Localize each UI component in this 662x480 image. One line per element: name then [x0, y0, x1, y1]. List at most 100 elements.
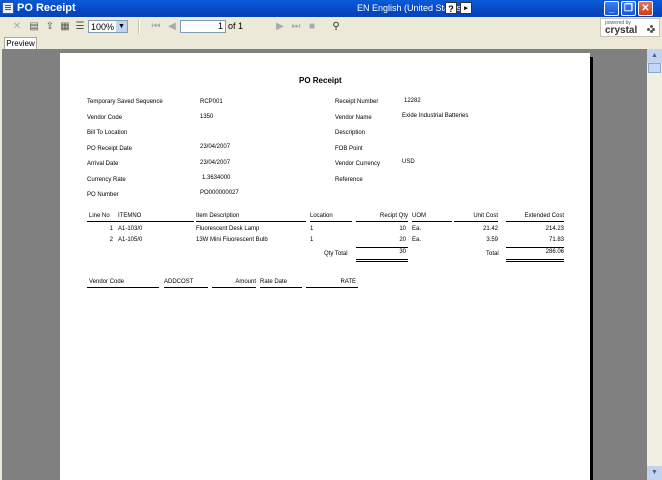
- qty-total-label: Qty Total: [324, 251, 348, 257]
- column-header: UOM: [412, 213, 426, 219]
- scroll-thumb[interactable]: [648, 63, 661, 73]
- close-view-icon[interactable]: ✕: [9, 19, 25, 35]
- subtotal-rule: [356, 247, 408, 248]
- search-icon[interactable]: ⚲: [328, 19, 344, 35]
- chevron-down-icon: ▼: [116, 21, 127, 32]
- cost-header-rule: [306, 287, 358, 288]
- column-header: Unit Cost: [473, 213, 498, 219]
- item-description: 13W Mini Fluorescent Bulb: [196, 237, 268, 243]
- field-label: Bill To Location: [87, 130, 128, 136]
- crystal-logo: powered by crystal: [600, 18, 660, 37]
- total-label: Total: [486, 251, 499, 257]
- report-window-icon: [2, 2, 14, 14]
- next-page-icon[interactable]: ▶: [272, 19, 288, 35]
- header-rule: [454, 221, 498, 222]
- stop-icon[interactable]: ■: [304, 19, 320, 35]
- export-icon[interactable]: ⇪: [42, 19, 58, 35]
- cost-column-header: Vendor Code: [89, 279, 125, 285]
- item-description: Fluorescent Desk Lamp: [196, 226, 260, 232]
- field-value: 23/04/2007: [200, 144, 231, 150]
- field-value: Exide Industrial Batteries: [402, 113, 469, 119]
- header-rule: [506, 221, 564, 222]
- extended-cost: 214.23: [545, 226, 564, 232]
- zoom-select[interactable]: 100% ▼: [88, 20, 128, 33]
- options-icon[interactable]: ▸: [460, 2, 472, 14]
- receipt-qty: 10: [399, 226, 406, 232]
- unit-cost: 3.59: [486, 237, 498, 243]
- field-label: Arrival Date: [87, 161, 119, 167]
- window-title: PO Receipt: [17, 2, 76, 14]
- help-icon[interactable]: ?: [445, 2, 457, 14]
- total-value: 286.06: [545, 249, 564, 255]
- field-label: Reference: [335, 177, 363, 183]
- field-label: Vendor Name: [335, 115, 372, 121]
- location: 1: [310, 237, 314, 243]
- tab-preview[interactable]: Preview: [4, 37, 37, 49]
- refresh-icon[interactable]: ▦: [57, 19, 73, 35]
- report-title: PO Receipt: [299, 76, 342, 85]
- header-rule: [87, 221, 194, 222]
- item-no: A1-103/0: [118, 226, 143, 232]
- scroll-up-icon[interactable]: ▲: [647, 49, 662, 63]
- scroll-down-icon[interactable]: ▼: [647, 466, 662, 480]
- print-icon[interactable]: ▤: [26, 19, 42, 35]
- cost-column-header: ADDCOST: [164, 279, 194, 285]
- logo-dots: [647, 25, 655, 33]
- viewer-toolbar: ✕ ▤ ⇪ ▦ ☰ 100% ▼ ⏮ ◀ 1 of 1 ▶ ⏭ ■ ⚲: [0, 17, 662, 38]
- field-value: 1350: [200, 114, 214, 120]
- total-double-rule: [356, 259, 408, 260]
- cost-column-header: Rate Date: [260, 279, 288, 285]
- field-label: FOB Point: [335, 146, 363, 152]
- column-header: Extended Cost: [524, 213, 564, 219]
- item-no: A1-105/0: [118, 237, 143, 243]
- cost-column-header: Amount: [235, 279, 256, 285]
- zoom-value: 100%: [91, 22, 115, 32]
- column-header: Recipt Qty: [379, 213, 408, 219]
- field-value: PO000000027: [200, 190, 239, 196]
- field-label: Temporary Saved Sequence: [87, 99, 163, 105]
- cost-header-rule: [260, 287, 302, 288]
- column-header: Line No: [89, 213, 110, 219]
- close-button[interactable]: ✕: [638, 1, 653, 16]
- field-label: Vendor Code: [87, 115, 123, 121]
- cost-column-header: RATE: [340, 279, 356, 285]
- field-value: USD: [402, 159, 415, 165]
- uom: Ea.: [412, 237, 422, 243]
- field-label: PO Number: [87, 192, 119, 198]
- tab-strip: Preview: [0, 37, 662, 49]
- last-page-icon[interactable]: ⏭: [288, 19, 304, 35]
- field-value: 12282: [404, 98, 421, 104]
- subtotal-rule: [506, 247, 564, 248]
- uom: Ea.: [412, 226, 422, 232]
- page-shadow: [590, 57, 593, 480]
- field-label: Receipt Number: [335, 99, 379, 105]
- report-page: PO Receipt Temporary Saved Sequence RCP0…: [60, 53, 590, 480]
- logo-text: crystal: [605, 25, 638, 36]
- field-value: RCP001: [200, 99, 223, 105]
- page-number-input[interactable]: 1: [180, 20, 226, 33]
- report-viewer[interactable]: PO Receipt Temporary Saved Sequence RCP0…: [2, 49, 647, 480]
- field-label: Vendor Currency: [335, 161, 381, 167]
- header-rule: [196, 221, 306, 222]
- cost-header-rule: [164, 287, 208, 288]
- first-page-icon[interactable]: ⏮: [148, 19, 164, 35]
- header-rule: [412, 221, 452, 222]
- field-label: Description: [335, 130, 366, 136]
- field-label: Currency Rate: [87, 177, 126, 183]
- minimize-button[interactable]: _: [604, 1, 619, 16]
- toolbar-separator: [138, 20, 140, 34]
- column-header: Location: [310, 213, 333, 219]
- page-count: of 1: [228, 21, 244, 31]
- previous-page-icon[interactable]: ◀: [164, 19, 180, 35]
- title-bar: PO Receipt EN English (United States) ? …: [0, 0, 662, 17]
- maximize-button[interactable]: ❐: [621, 1, 636, 16]
- extended-cost: 71.83: [548, 237, 564, 243]
- vertical-scrollbar[interactable]: ▲ ▼: [647, 49, 662, 480]
- line-no: 1: [109, 226, 113, 232]
- line-no: 2: [109, 237, 113, 243]
- column-header: Item Description: [196, 213, 240, 219]
- header-rule: [356, 221, 408, 222]
- unit-cost: 21.42: [482, 226, 498, 232]
- qty-total-value: 30: [399, 249, 406, 255]
- group-tree-icon[interactable]: ☰: [72, 19, 88, 35]
